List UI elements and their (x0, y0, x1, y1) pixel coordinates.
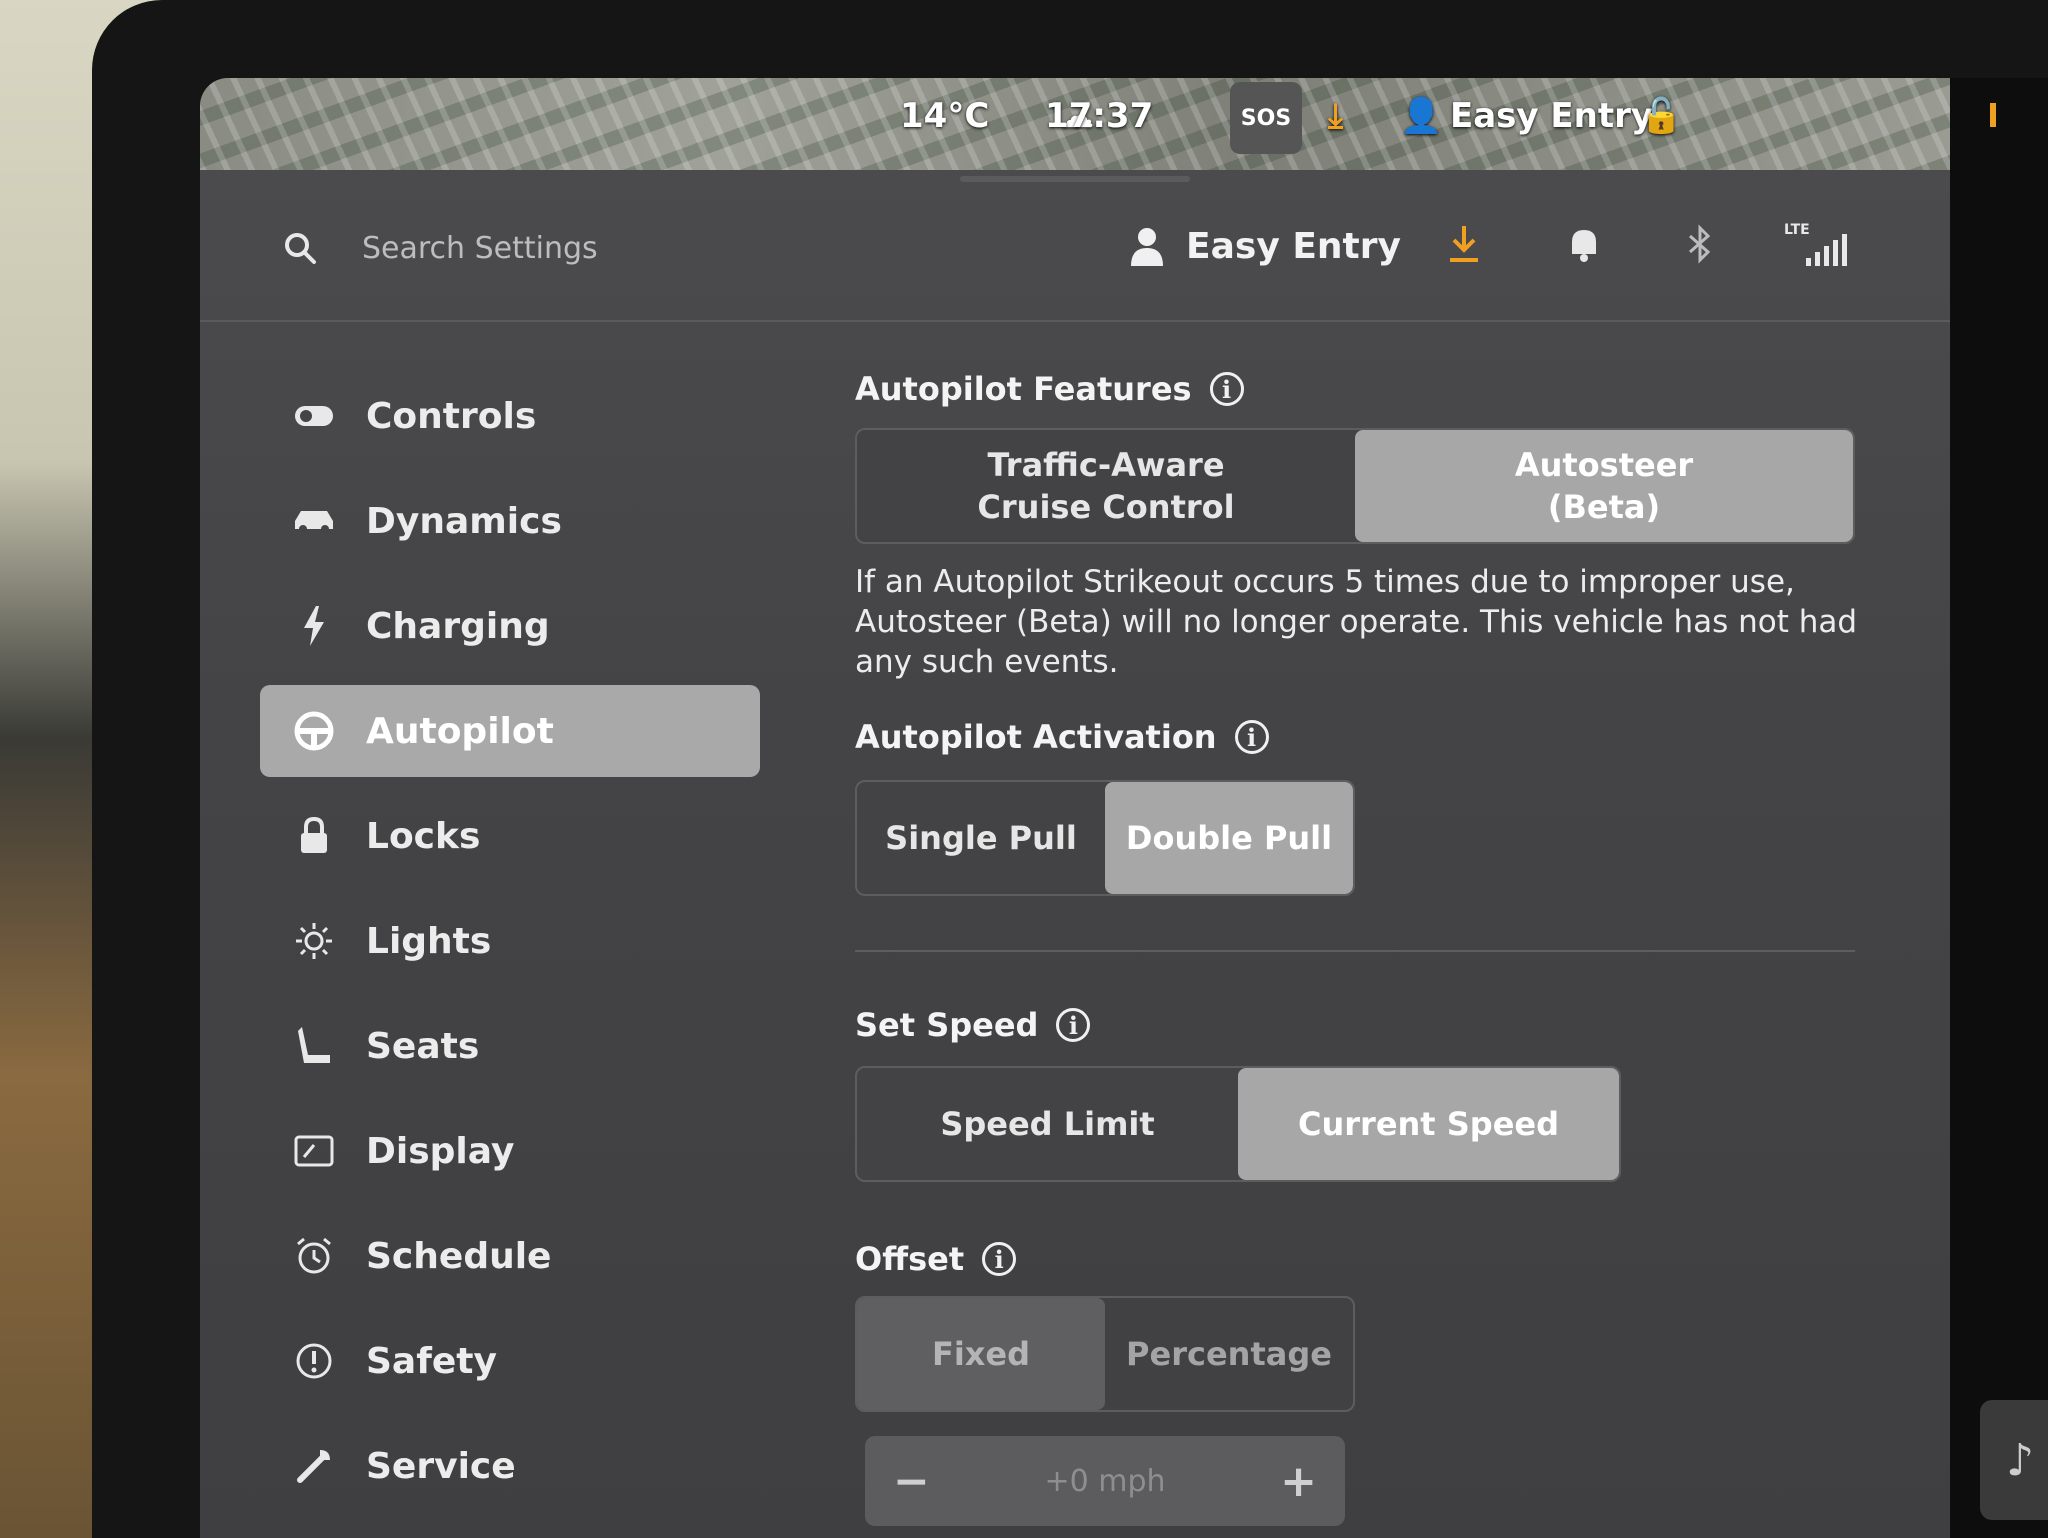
right-edge-strip (1950, 78, 2048, 1538)
set-speed-selector: Speed Limit Current Speed (855, 1066, 1621, 1182)
option-label-line: Autosteer (1514, 446, 1694, 484)
bluetooth-icon[interactable] (1678, 222, 1722, 266)
sos-button[interactable]: SOS (1230, 82, 1302, 154)
sun-icon (290, 917, 338, 965)
toggle-icon (290, 392, 338, 440)
info-icon[interactable]: i (1056, 1008, 1091, 1042)
driver-icon: 👤 (1400, 96, 1443, 136)
section-title-text: Autopilot Activation (855, 718, 1217, 756)
sidebar-item-label: Dynamics (366, 500, 562, 542)
section-title-text: Offset (855, 1240, 965, 1278)
status-indicator (1990, 103, 1996, 127)
sidebar-item-seats[interactable]: Seats (260, 1000, 760, 1092)
lock-icon (290, 812, 338, 860)
sidebar-item-label: Seats (366, 1025, 480, 1067)
seat-icon (290, 1022, 338, 1070)
settings-top-bar: Easy Entry LTE (200, 170, 1950, 322)
sidebar-item-controls[interactable]: Controls (260, 370, 760, 462)
autopilot-features-title: Autopilot Features i (855, 370, 1244, 408)
sidebar-item-label: Display (366, 1130, 515, 1172)
signal-bars-icon (1806, 234, 1847, 266)
autopilot-features-selector: Traffic-Aware Cruise Control Autosteer (… (855, 428, 1855, 544)
settings-sidebar: Controls Dynamics Charging Autopilot Loc… (260, 370, 770, 1525)
info-icon[interactable]: i (1209, 372, 1244, 406)
unlock-icon[interactable]: 🔓 (1640, 96, 1682, 136)
offset-value: +0 mph (1044, 1463, 1166, 1499)
sidebar-item-label: Autopilot (366, 710, 554, 752)
steering-wheel-icon (290, 707, 338, 755)
clock: 17:37 (1045, 96, 1154, 136)
section-title-text: Autopilot Features (855, 370, 1192, 408)
section-divider (855, 950, 1855, 952)
autopilot-activation-selector: Single Pull Double Pull (855, 780, 1355, 896)
sidebar-item-schedule[interactable]: Schedule (260, 1210, 760, 1302)
info-icon[interactable]: i (1234, 720, 1269, 754)
sidebar-item-label: Service (366, 1445, 516, 1487)
option-current-speed[interactable]: Current Speed (1238, 1068, 1619, 1180)
option-speed-limit[interactable]: Speed Limit (857, 1068, 1238, 1180)
offset-title: Offset i (855, 1240, 1017, 1278)
offset-selector: Fixed Percentage (855, 1296, 1355, 1412)
option-label-line: (Beta) (1547, 488, 1661, 526)
person-icon (1131, 228, 1163, 266)
sidebar-item-locks[interactable]: Locks (260, 790, 760, 882)
increase-button[interactable]: + (1280, 1456, 1317, 1507)
sidebar-item-display[interactable]: Display (260, 1105, 760, 1197)
sidebar-item-label: Charging (366, 605, 550, 647)
sidebar-item-label: Controls (366, 395, 537, 437)
option-traffic-aware-cruise-control[interactable]: Traffic-Aware Cruise Control (857, 430, 1355, 542)
sidebar-item-dynamics[interactable]: Dynamics (260, 475, 760, 567)
sidebar-item-charging[interactable]: Charging (260, 580, 760, 672)
sidebar-item-autopilot[interactable]: Autopilot (260, 685, 760, 777)
sidebar-item-label: Locks (366, 815, 481, 857)
lte-signal-icon: LTE (1784, 222, 1854, 266)
strikeout-description: If an Autopilot Strikeout occurs 5 times… (855, 564, 1858, 680)
status-profile-name[interactable]: Easy Entry (1450, 96, 1653, 136)
sidebar-item-label: Lights (366, 920, 492, 962)
sidebar-item-label: Schedule (366, 1235, 552, 1277)
option-label-line: Cruise Control (977, 488, 1235, 526)
profile-name: Easy Entry (1186, 225, 1401, 267)
temperature: 14°C (900, 96, 990, 136)
software-download-icon[interactable] (1442, 222, 1486, 266)
sidebar-item-lights[interactable]: Lights (260, 895, 760, 987)
section-title-text: Set Speed (855, 1006, 1039, 1044)
music-note-icon[interactable]: ♪ (1980, 1400, 2048, 1520)
touchscreen: ☁ 14°C 17:37 SOS ⤓ 👤 Easy Entry 🔓 Easy E… (200, 78, 1950, 1538)
offset-stepper: − +0 mph + (865, 1436, 1345, 1526)
download-icon[interactable]: ⤓ (1328, 96, 1343, 136)
sidebar-item-service[interactable]: Service (260, 1420, 760, 1512)
display-icon (290, 1127, 338, 1175)
settings-panel: Easy Entry LTE (200, 170, 1950, 1538)
wrench-icon (290, 1442, 338, 1490)
sos-label: SOS (1240, 105, 1292, 131)
sidebar-item-label: Safety (366, 1340, 497, 1382)
option-double-pull[interactable]: Double Pull (1105, 782, 1353, 894)
search-icon[interactable] (282, 230, 318, 266)
alert-circle-icon (290, 1337, 338, 1385)
map-status-bar: ☁ 14°C 17:37 SOS ⤓ 👤 Easy Entry 🔓 (200, 78, 1950, 170)
search-input[interactable] (360, 222, 884, 274)
set-speed-title: Set Speed i (855, 1006, 1091, 1044)
option-percentage[interactable]: Percentage (1105, 1298, 1353, 1410)
alarm-clock-icon (290, 1232, 338, 1280)
car-icon (290, 497, 338, 545)
lightning-icon (290, 602, 338, 650)
option-single-pull[interactable]: Single Pull (857, 782, 1105, 894)
option-label-line: Traffic-Aware (987, 446, 1225, 484)
decrease-button[interactable]: − (893, 1456, 930, 1507)
option-fixed[interactable]: Fixed (857, 1298, 1105, 1410)
sidebar-item-safety[interactable]: Safety (260, 1315, 760, 1407)
info-icon[interactable]: i (982, 1242, 1017, 1276)
autopilot-activation-title: Autopilot Activation i (855, 718, 1269, 756)
option-autosteer-beta[interactable]: Autosteer (Beta) (1355, 430, 1853, 542)
bell-icon[interactable] (1562, 222, 1606, 266)
driver-profile[interactable]: Easy Entry (1130, 218, 1401, 274)
